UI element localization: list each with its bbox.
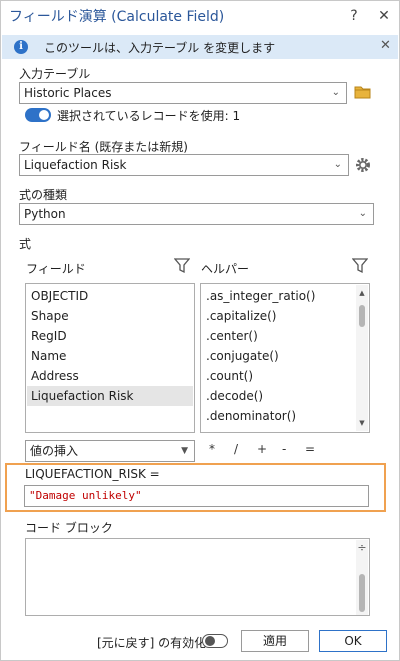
input-table-value: Historic Places	[24, 86, 112, 100]
toggle-knob	[39, 110, 49, 120]
info-message: このツールは、入力テーブル を変更します	[44, 41, 276, 55]
list-item[interactable]: Name	[27, 346, 193, 366]
list-item[interactable]: .denominator()	[202, 406, 352, 426]
field-name-dropdown[interactable]: Liquefaction Risk ⌄	[19, 154, 349, 176]
insert-values-dropdown[interactable]: 値の挿入 ▼	[25, 440, 195, 462]
filter-icon	[351, 258, 369, 274]
info-icon: i	[14, 40, 28, 54]
helpers-header: ヘルパー	[201, 262, 250, 276]
scroll-thumb[interactable]	[359, 305, 365, 327]
list-item[interactable]: .as_integer_ratio()	[202, 286, 352, 306]
input-table-dropdown[interactable]: Historic Places ⌄	[19, 82, 347, 104]
list-item[interactable]: .decode()	[202, 386, 352, 406]
list-item[interactable]: .center()	[202, 326, 352, 346]
help-button[interactable]: ?	[343, 5, 365, 27]
list-item[interactable]: Shape	[27, 306, 193, 326]
filter-icon	[173, 258, 191, 274]
equals-operator-button[interactable]: =	[305, 442, 315, 456]
multiply-operator-button[interactable]: *	[209, 442, 215, 456]
helpers-list: .as_integer_ratio() .capitalize() .cente…	[200, 283, 370, 433]
use-selected-records-label: 選択されているレコードを使用: 1	[57, 109, 241, 123]
dismiss-info-button[interactable]: ✕	[380, 38, 391, 53]
target-field-label: LIQUEFACTION_RISK =	[25, 467, 160, 481]
expression-type-value: Python	[24, 207, 66, 221]
dropdown-arrow-icon: ▼	[181, 446, 188, 456]
browse-folder-button[interactable]	[354, 83, 372, 101]
scroll-up-icon[interactable]: ▲	[356, 287, 368, 299]
list-item[interactable]: OBJECTID	[27, 286, 193, 306]
fields-header: フィールド	[26, 262, 86, 276]
chevron-down-icon: ⌄	[333, 159, 342, 170]
code-block-label: コード ブロック	[25, 521, 113, 535]
ok-button[interactable]: OK	[319, 630, 387, 652]
close-button[interactable]: ✕	[373, 5, 395, 27]
undo-toggle[interactable]	[202, 634, 228, 648]
scroll-thumb[interactable]	[359, 574, 365, 612]
pane-title: フィールド演算 (Calculate Field)	[9, 9, 225, 25]
list-item-selected[interactable]: Liquefaction Risk	[27, 386, 193, 406]
resize-icon[interactable]: ÷	[356, 542, 368, 554]
field-properties-button[interactable]	[354, 156, 372, 174]
field-name-value: Liquefaction Risk	[24, 158, 127, 172]
list-item[interactable]: .capitalize()	[202, 306, 352, 326]
expression-input[interactable]: "Damage unlikely"	[24, 485, 369, 507]
chevron-down-icon: ⌄	[358, 208, 367, 219]
helpers-scrollbar[interactable]: ▲ ▼	[356, 285, 368, 431]
title-bar: フィールド演算 (Calculate Field) ? ✕	[1, 1, 399, 31]
list-item[interactable]: .count()	[202, 366, 352, 386]
expression-label: 式	[19, 237, 32, 251]
list-item[interactable]: .conjugate()	[202, 346, 352, 366]
list-item[interactable]: RegID	[27, 326, 193, 346]
toggle-knob	[205, 636, 215, 646]
insert-values-label: 値の挿入	[30, 444, 79, 458]
gear-icon	[356, 158, 370, 172]
undo-label: [元に戻す] の有効化	[97, 636, 207, 650]
use-selected-records-toggle[interactable]	[25, 108, 51, 122]
fields-filter-button[interactable]	[173, 257, 191, 275]
info-bar: i このツールは、入力テーブル を変更します ✕	[2, 35, 398, 59]
apply-button[interactable]: 適用	[241, 630, 309, 652]
code-block-scrollbar[interactable]: ÷	[356, 540, 368, 615]
folder-icon	[354, 86, 371, 99]
input-table-label: 入力テーブル	[19, 67, 91, 81]
code-block-input[interactable]: ÷	[25, 538, 370, 616]
list-item[interactable]: Address	[27, 366, 193, 386]
calculate-field-pane: フィールド演算 (Calculate Field) ? ✕ i このツールは、入…	[0, 0, 400, 661]
expression-type-dropdown[interactable]: Python ⌄	[19, 203, 374, 225]
expression-type-label: 式の種類	[19, 188, 68, 202]
helpers-filter-button[interactable]	[351, 257, 369, 275]
chevron-down-icon: ⌄	[331, 87, 340, 98]
divide-operator-button[interactable]: /	[234, 442, 238, 456]
add-operator-button[interactable]: +	[257, 442, 267, 456]
scroll-down-icon[interactable]: ▼	[356, 417, 368, 429]
subtract-operator-button[interactable]: -	[282, 442, 286, 456]
field-name-label: フィールド名 (既存または新規)	[19, 140, 188, 154]
fields-list: OBJECTID Shape RegID Name Address Liquef…	[25, 283, 195, 433]
